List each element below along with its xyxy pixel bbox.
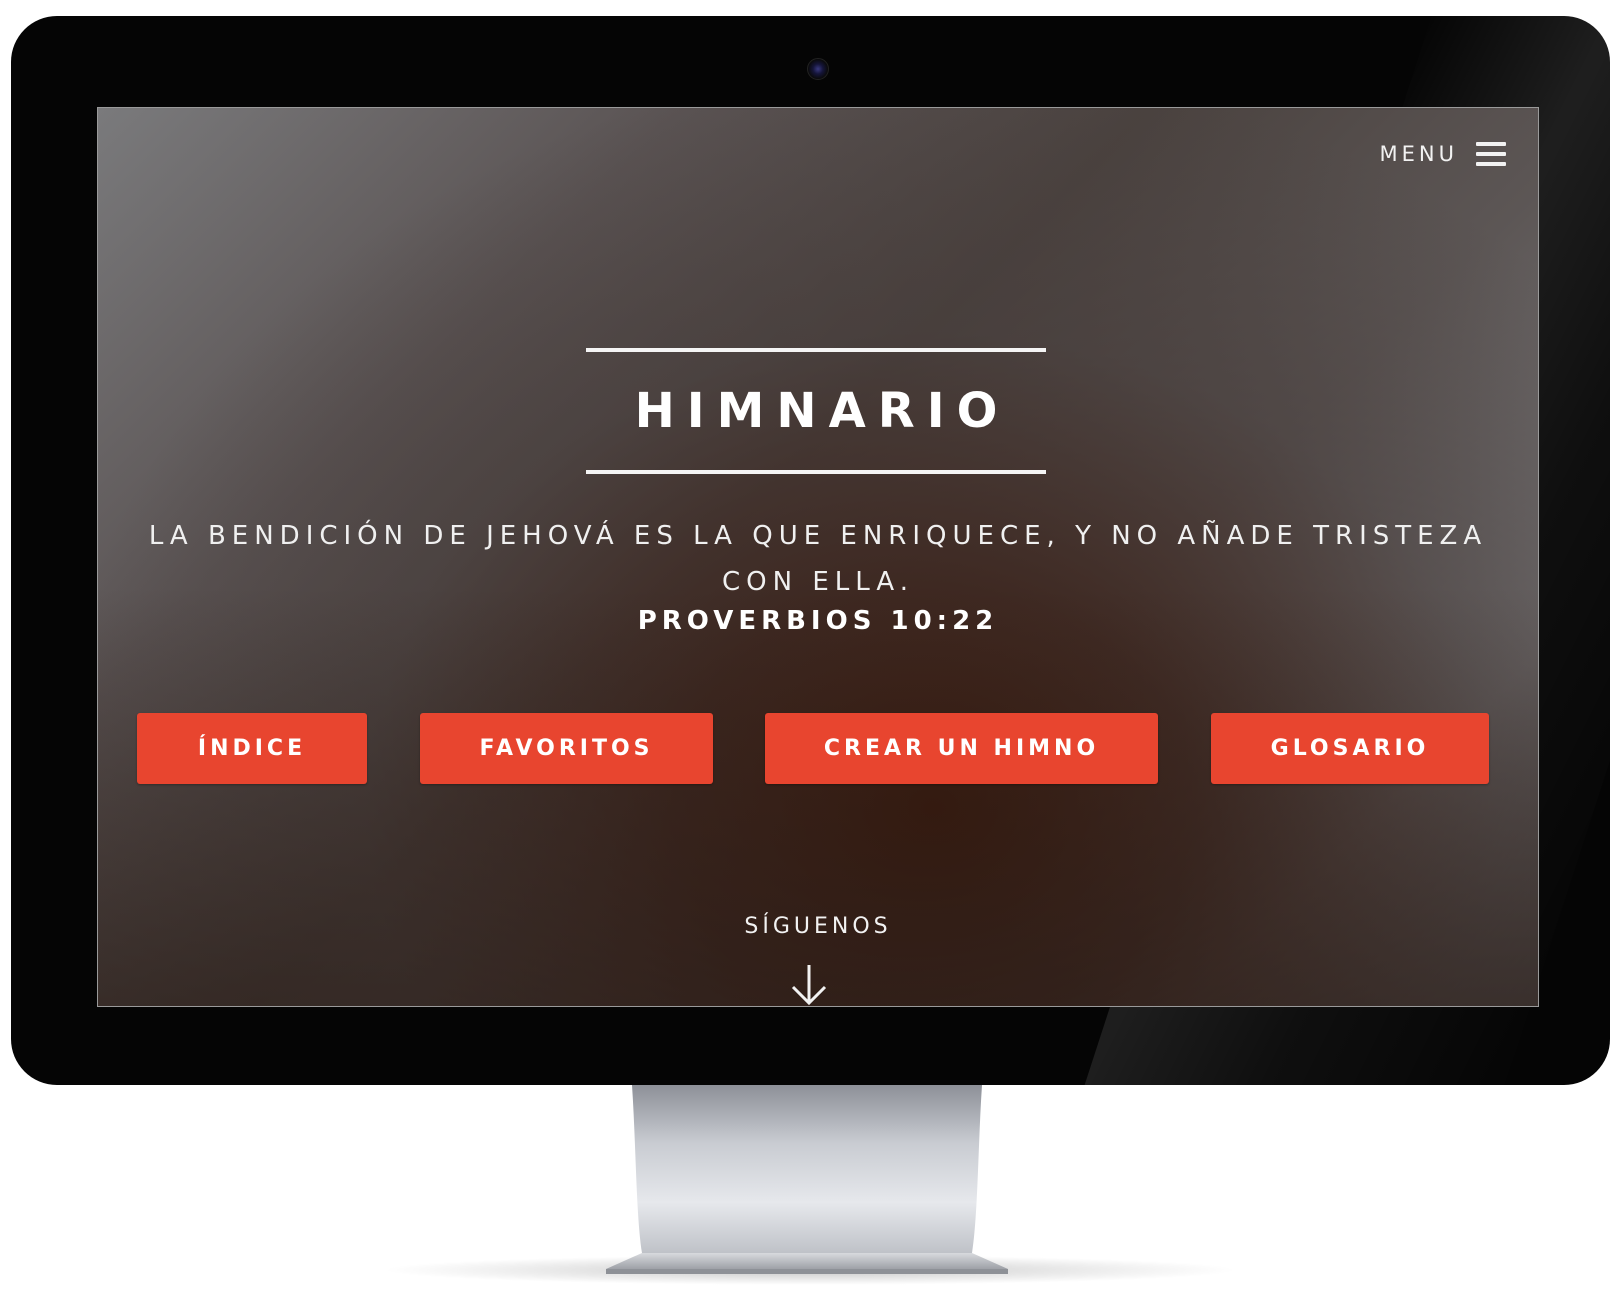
monitor-bezel: MENU HIMNARIO LA BENDICIÓN DE JEHOVÁ ES …: [11, 16, 1610, 1085]
follow-label: SÍGUENOS: [744, 914, 892, 939]
monitor-stand: [606, 1085, 1008, 1274]
website-screen: MENU HIMNARIO LA BENDICIÓN DE JEHOVÁ ES …: [97, 107, 1539, 1007]
verse-line-2: CON ELLA.: [722, 567, 914, 597]
verse-line-1: LA BENDICIÓN DE JEHOVÁ ES LA QUE ENRIQUE…: [148, 521, 1488, 551]
menu-button[interactable]: MENU: [1380, 142, 1506, 166]
bible-verse: LA BENDICIÓN DE JEHOVÁ ES LA QUE ENRIQUE…: [98, 513, 1538, 605]
menu-label: MENU: [1379, 142, 1458, 166]
monitor-mockup: MENU HIMNARIO LA BENDICIÓN DE JEHOVÁ ES …: [0, 0, 1621, 1294]
arrow-down-icon[interactable]: [787, 963, 831, 1007]
favoritos-button[interactable]: FAVORITOS: [420, 713, 713, 784]
glosario-button[interactable]: GLOSARIO: [1211, 713, 1489, 784]
crear-himno-button[interactable]: CREAR UN HIMNO: [765, 713, 1158, 784]
webcam-icon: [807, 58, 829, 80]
indice-button[interactable]: ÍNDICE: [137, 713, 367, 784]
title-rule-bottom: [586, 470, 1046, 474]
verse-reference: PROVERBIOS 10:22: [637, 606, 999, 636]
background-overlay: [98, 586, 1538, 1006]
site-title: HIMNARIO: [634, 383, 1010, 439]
hamburger-icon: [1476, 142, 1506, 166]
site-title-block: HIMNARIO: [586, 348, 1046, 474]
